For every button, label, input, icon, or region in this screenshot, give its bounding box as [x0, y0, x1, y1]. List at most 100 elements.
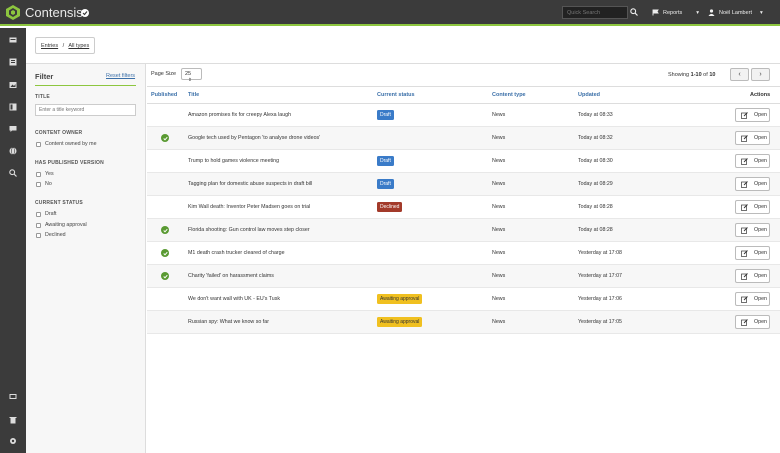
- table-row[interactable]: Kim Wall death: Inventor Peter Madsen go…: [147, 196, 780, 219]
- owned-by-me-checkbox[interactable]: Content owned by me: [36, 141, 97, 147]
- open-label: Open: [754, 181, 767, 187]
- quick-search-input[interactable]: [562, 6, 628, 19]
- updated-time: Today at 08:33: [578, 112, 613, 118]
- edit-icon: [741, 111, 748, 119]
- published-check-icon: [161, 249, 169, 257]
- monitor-icon[interactable]: [9, 393, 17, 401]
- status-declined-checkbox[interactable]: Declined: [36, 232, 66, 238]
- showing-total: 10: [709, 72, 716, 78]
- table-row[interactable]: Google tech used by Pentagon 'to analyse…: [147, 127, 780, 150]
- entry-title[interactable]: Trump to hold games violence meeting: [188, 158, 279, 164]
- entry-title[interactable]: Russian spy: What we know so far: [188, 319, 269, 325]
- breadcrumb-all-types-link[interactable]: All types: [68, 43, 89, 49]
- edit-icon: [741, 249, 748, 257]
- published-no-checkbox[interactable]: No: [36, 181, 52, 187]
- reports-menu[interactable]: Reports ▾: [652, 9, 699, 16]
- updated-time: Yesterday at 17:06: [578, 296, 622, 302]
- table-row[interactable]: Amazon promises fix for creepy Alexa lau…: [147, 104, 780, 127]
- updated-time: Yesterday at 17:05: [578, 319, 622, 325]
- table-row[interactable]: Trump to hold games violence meeting Draf…: [147, 150, 780, 173]
- search-icon[interactable]: [630, 8, 638, 18]
- contensis-logo-icon[interactable]: [6, 5, 20, 20]
- open-label: Open: [754, 112, 767, 118]
- owned-by-me-label: Content owned by me: [45, 141, 97, 147]
- table-row[interactable]: Tagging plan for domestic abuse suspects…: [147, 173, 780, 196]
- updated-time: Today at 08:28: [578, 227, 613, 233]
- published-check-icon: [161, 272, 169, 280]
- open-label: Open: [754, 296, 767, 302]
- published-yes-checkbox[interactable]: Yes: [36, 171, 54, 177]
- filter-heading: Filter: [35, 72, 54, 81]
- published-yes-label: Yes: [45, 171, 54, 177]
- entry-title[interactable]: Florida shooting: Gun control law moves …: [188, 227, 310, 233]
- inbox-icon[interactable]: [9, 36, 17, 44]
- updated-time: Yesterday at 17:07: [578, 273, 622, 279]
- gear-icon[interactable]: [9, 437, 17, 445]
- table-row[interactable]: M1 death crash trucker cleared of charge…: [147, 242, 780, 265]
- open-button[interactable]: Open: [735, 292, 770, 306]
- open-button[interactable]: Open: [735, 315, 770, 329]
- page-size-select[interactable]: 25 ⇕: [181, 68, 202, 82]
- entry-title[interactable]: Google tech used by Pentagon 'to analyse…: [188, 135, 320, 141]
- prev-page-button[interactable]: ‹: [730, 68, 749, 81]
- column-header-updated[interactable]: Updated: [578, 92, 600, 98]
- open-button[interactable]: Open: [735, 108, 770, 122]
- status-badge: Declined: [377, 202, 403, 212]
- top-bar: Contensis Reports ▾ Noël Lambert ▾: [0, 0, 780, 26]
- edit-icon: [741, 134, 748, 142]
- status-badge: Draft: [377, 179, 394, 189]
- content-type: News: [492, 158, 506, 164]
- status-badge: Awaiting approval: [377, 317, 423, 327]
- trash-icon[interactable]: [9, 416, 17, 424]
- table-row[interactable]: Florida shooting: Gun control law moves …: [147, 219, 780, 242]
- status-draft-checkbox[interactable]: Draft: [36, 211, 56, 217]
- entry-title[interactable]: Charity 'failed' on harassment claims: [188, 273, 274, 279]
- open-label: Open: [754, 319, 767, 325]
- filter-panel: Filter Reset filters TITLE CONTENT OWNER…: [26, 64, 146, 453]
- open-button[interactable]: Open: [735, 131, 770, 145]
- entry-title[interactable]: M1 death crash trucker cleared of charge: [188, 250, 285, 256]
- column-header-published[interactable]: Published: [151, 92, 177, 98]
- breadcrumb: Entries / All types: [35, 37, 95, 54]
- updated-time: Today at 08:28: [578, 204, 613, 210]
- column-header-status[interactable]: Current status: [377, 92, 415, 98]
- search-icon[interactable]: [9, 169, 17, 177]
- open-button[interactable]: Open: [735, 223, 770, 237]
- content-type: News: [492, 181, 506, 187]
- entry-title[interactable]: Tagging plan for domestic abuse suspects…: [188, 181, 312, 187]
- entry-title[interactable]: We don't want wall with UK - EU's Tusk: [188, 296, 280, 302]
- content-types-icon[interactable]: [9, 103, 17, 111]
- published-no-label: No: [45, 181, 52, 187]
- column-header-title[interactable]: Title: [188, 92, 199, 98]
- open-button[interactable]: Open: [735, 200, 770, 214]
- open-button[interactable]: Open: [735, 269, 770, 283]
- status-awaiting-label: Awaiting approval: [45, 222, 87, 228]
- open-button[interactable]: Open: [735, 154, 770, 168]
- status-draft-label: Draft: [45, 211, 57, 217]
- comments-icon[interactable]: [9, 125, 17, 133]
- globe-icon[interactable]: [9, 147, 17, 155]
- open-button[interactable]: Open: [735, 177, 770, 191]
- reports-label: Reports: [663, 9, 683, 16]
- image-icon[interactable]: [9, 81, 17, 89]
- reset-filters-link[interactable]: Reset filters: [106, 73, 135, 79]
- breadcrumb-entries-link[interactable]: Entries: [41, 43, 58, 49]
- table-row[interactable]: Charity 'failed' on harassment claims New…: [147, 265, 780, 288]
- edit-icon: [741, 157, 748, 165]
- status-awaiting-checkbox[interactable]: Awaiting approval: [36, 222, 87, 228]
- user-icon: [708, 9, 715, 16]
- content-type: News: [492, 204, 506, 210]
- column-header-content-type[interactable]: Content type: [492, 92, 526, 98]
- published-check-icon: [161, 134, 169, 142]
- entry-title[interactable]: Kim Wall death: Inventor Peter Madsen go…: [188, 204, 310, 210]
- open-button[interactable]: Open: [735, 246, 770, 260]
- table-row[interactable]: Russian spy: What we know so far Awaiting…: [147, 311, 780, 334]
- check-icon[interactable]: [81, 9, 89, 17]
- next-page-button[interactable]: ›: [751, 68, 770, 81]
- table-row[interactable]: We don't want wall with UK - EU's Tusk Aw…: [147, 288, 780, 311]
- entries-icon[interactable]: [9, 58, 17, 66]
- edit-icon: [741, 180, 748, 188]
- user-menu[interactable]: Noël Lambert ▾: [708, 9, 763, 16]
- title-keyword-input[interactable]: [35, 104, 136, 116]
- entry-title[interactable]: Amazon promises fix for creepy Alexa lau…: [188, 112, 291, 118]
